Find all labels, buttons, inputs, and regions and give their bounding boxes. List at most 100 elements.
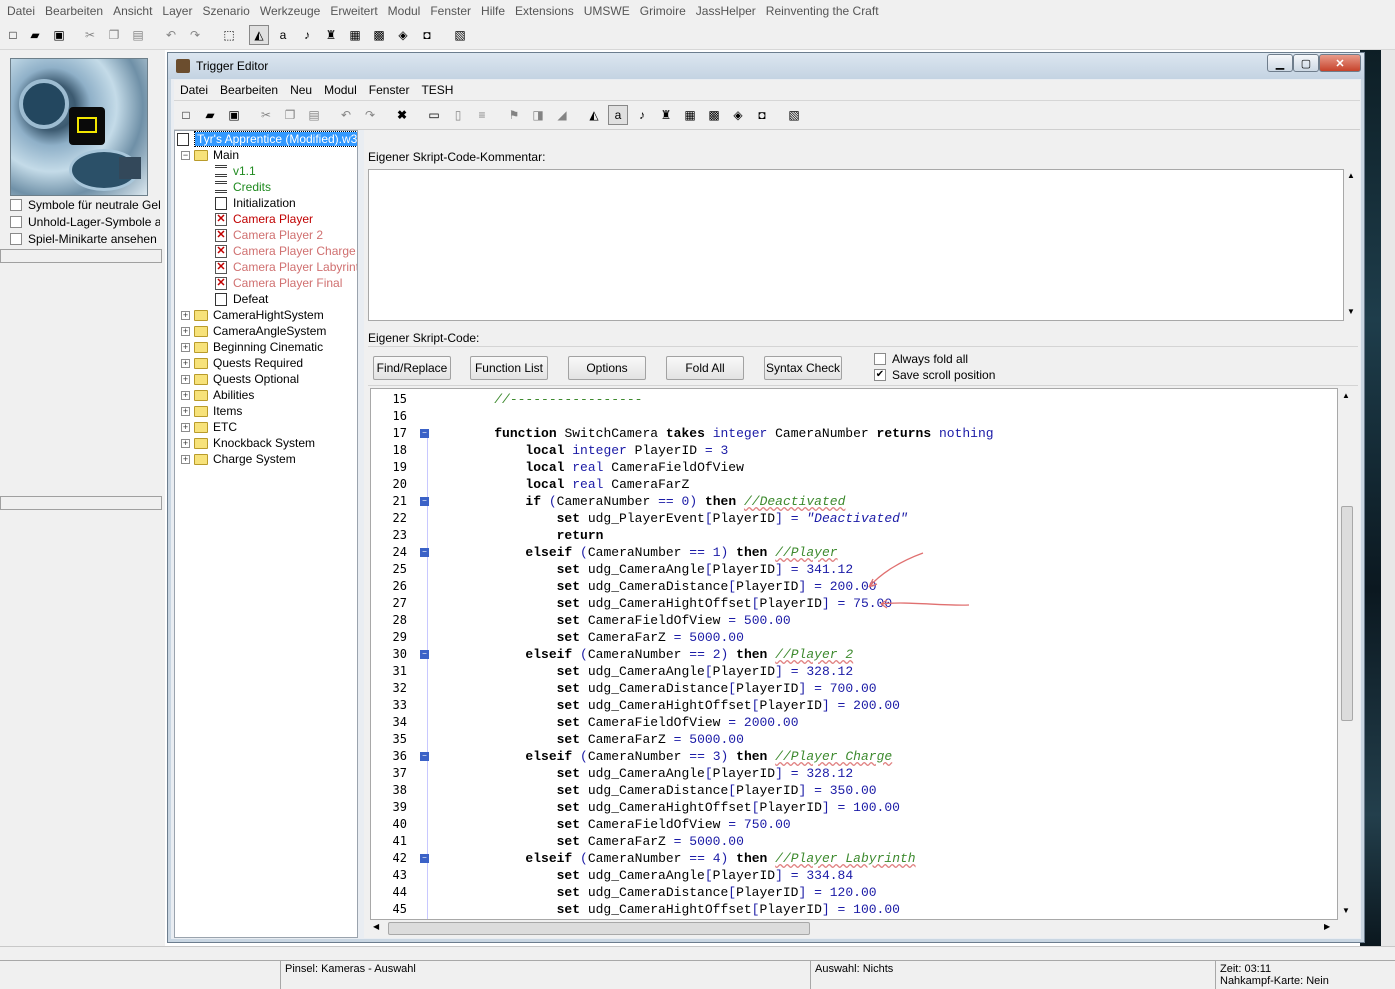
- code-line[interactable]: return: [463, 527, 604, 544]
- menu-erweitert[interactable]: Erweitert: [325, 0, 382, 22]
- sound-icon[interactable]: ♪: [632, 105, 652, 125]
- tree-folder-beginning-cinematic[interactable]: + Beginning Cinematic: [181, 339, 323, 355]
- tree-folder-label[interactable]: Quests Optional: [213, 372, 299, 386]
- checkbox-game-minimap[interactable]: Spiel-Minikarte ansehen: [10, 232, 160, 246]
- code-line[interactable]: set CameraFarZ = 5000.00: [463, 731, 744, 748]
- terrain-icon[interactable]: ◭: [584, 105, 604, 125]
- tree-item-label[interactable]: v1.1: [233, 164, 256, 178]
- tree-item-defeat[interactable]: Defeat: [215, 291, 268, 307]
- scroll-up-icon[interactable]: ▲: [1342, 391, 1350, 400]
- code-line[interactable]: elseif (CameraNumber == 2) then //Player…: [463, 646, 853, 663]
- tree-item-initialization[interactable]: Initialization: [215, 195, 296, 211]
- object-icon[interactable]: ▦: [680, 105, 700, 125]
- menu-reinventing-the-craft[interactable]: Reinventing the Craft: [761, 0, 884, 22]
- expand-icon[interactable]: +: [181, 342, 190, 352]
- tree-folder-label[interactable]: Main: [213, 148, 239, 162]
- code-line[interactable]: set CameraFarZ = 5000.00: [463, 833, 744, 850]
- code-line[interactable]: set udg_CameraAngle[PlayerID] = 334.84: [463, 867, 854, 884]
- minimize-button[interactable]: ▁: [1267, 54, 1293, 72]
- tree-folder-knockback-system[interactable]: + Knockback System: [181, 435, 315, 451]
- tree-root[interactable]: Tyr's Apprentice (Modified).w3x: [177, 131, 357, 147]
- copy-icon[interactable]: ❐: [280, 105, 300, 125]
- undo-icon[interactable]: ↶: [336, 105, 356, 125]
- fold-marker-icon[interactable]: −: [420, 497, 429, 506]
- checkbox-neutral-building-symbols[interactable]: Symbole für neutrale Gebäu: [10, 198, 160, 212]
- tree-item-label[interactable]: Camera Player Final: [233, 276, 342, 290]
- code-line[interactable]: set udg_CameraDistance[PlayerID] = 350.0…: [463, 782, 877, 799]
- tree-folder-main[interactable]: − Main: [181, 147, 239, 163]
- editor-menu-neu[interactable]: Neu: [284, 80, 318, 101]
- test-map-icon[interactable]: ◘: [417, 25, 437, 45]
- expand-icon[interactable]: +: [181, 438, 190, 448]
- expand-icon[interactable]: +: [181, 326, 190, 336]
- redo-icon[interactable]: ↷: [360, 105, 380, 125]
- save-icon[interactable]: ▣: [49, 25, 69, 45]
- unit-icon[interactable]: ♜: [321, 25, 341, 45]
- save-icon[interactable]: ▣: [224, 105, 244, 125]
- code-line[interactable]: set CameraFieldOfView = 2000.00: [463, 714, 799, 731]
- menu-werkzeuge[interactable]: Werkzeuge: [255, 0, 325, 22]
- code-vertical-scrollbar[interactable]: ▲ ▼: [1338, 388, 1356, 920]
- tree-item-label[interactable]: Camera Player Charge: [233, 244, 356, 258]
- tree-folder-label[interactable]: CameraAngleSystem: [213, 324, 326, 338]
- save-scroll-position-checkbox[interactable]: ✔ Save scroll position: [874, 368, 995, 382]
- tree-item-camera-player-2[interactable]: ✕ Camera Player 2: [215, 227, 323, 243]
- menu-ansicht[interactable]: Ansicht: [108, 0, 157, 22]
- menu-fenster[interactable]: Fenster: [425, 0, 476, 22]
- tree-item-camera-player-labyrinth[interactable]: ✕ Camera Player Labyrinth: [215, 259, 357, 275]
- select-icon[interactable]: ⬚: [219, 25, 239, 45]
- tree-folder-quests-required[interactable]: + Quests Required: [181, 355, 303, 371]
- window-titlebar[interactable]: Trigger Editor ▁ ▢ ✕: [168, 53, 1364, 79]
- tree-item-label[interactable]: Camera Player 2: [233, 228, 323, 242]
- code-line[interactable]: set udg_CameraDistance[PlayerID] = 200.0…: [463, 578, 877, 595]
- comment-textarea[interactable]: [368, 169, 1344, 321]
- tree-folder-abilities[interactable]: + Abilities: [181, 387, 254, 403]
- code-line[interactable]: set udg_CameraHightOffset[PlayerID] = 10…: [463, 901, 900, 918]
- editor-menu-bearbeiten[interactable]: Bearbeiten: [214, 80, 284, 101]
- code-line[interactable]: set udg_CameraAngle[PlayerID] = 328.12: [463, 765, 854, 782]
- campaign-icon[interactable]: ◈: [728, 105, 748, 125]
- expand-icon[interactable]: +: [181, 390, 190, 400]
- expand-icon[interactable]: +: [181, 374, 190, 384]
- scroll-thumb[interactable]: [388, 922, 810, 935]
- tree-item-label[interactable]: Camera Player Labyrinth: [233, 260, 357, 274]
- menu-szenario[interactable]: Szenario: [197, 0, 254, 22]
- terrain-icon[interactable]: ◭: [249, 25, 269, 45]
- menu-extensions[interactable]: Extensions: [510, 0, 579, 22]
- code-line[interactable]: set udg_CameraAngle[PlayerID] = 341.12: [463, 561, 854, 578]
- tree-folder-items[interactable]: + Items: [181, 403, 242, 419]
- fold-marker-icon[interactable]: −: [420, 854, 429, 863]
- minimap[interactable]: [10, 58, 148, 196]
- tree-folder-label[interactable]: Knockback System: [213, 436, 315, 450]
- comment-scrollbar[interactable]: ▲ ▼: [1344, 169, 1358, 321]
- panel-splitter[interactable]: [0, 496, 162, 510]
- checkbox-box[interactable]: ✔: [874, 369, 886, 381]
- code-line[interactable]: elseif (CameraNumber == 1) then //Player: [463, 544, 837, 561]
- code-line[interactable]: if (CameraNumber == 0) then //Deactivate…: [463, 493, 845, 510]
- tree-folder-camerahightsystem[interactable]: + CameraHightSystem: [181, 307, 324, 323]
- open-folder-icon[interactable]: ▰: [200, 105, 220, 125]
- code-editor[interactable]: 15 16 17 18 19 20 21 22 23 24 25 26 27 28 29 30 31 32 33 34…: [370, 388, 1338, 920]
- tree-item-label[interactable]: Defeat: [233, 292, 268, 306]
- expand-icon[interactable]: +: [181, 454, 190, 464]
- code-line[interactable]: elseif (CameraNumber == 3) then //Player…: [463, 748, 892, 765]
- new-condition-icon[interactable]: ◨: [528, 105, 548, 125]
- new-action-icon[interactable]: ◢: [552, 105, 572, 125]
- fold-all-button[interactable]: Fold All: [666, 356, 744, 380]
- editor-menu-datei[interactable]: Datei: [174, 80, 214, 101]
- tree-item-camera-player-charge[interactable]: ✕ Camera Player Charge: [215, 243, 356, 259]
- code-line[interactable]: elseif (CameraNumber == 4) then //Player…: [463, 850, 915, 867]
- fold-marker-icon[interactable]: −: [420, 650, 429, 659]
- tree-item-credits[interactable]: Credits: [215, 179, 271, 195]
- new-file-icon[interactable]: □: [176, 105, 196, 125]
- code-line[interactable]: set CameraFieldOfView = 750.00: [463, 816, 791, 833]
- cut-icon[interactable]: ✂: [80, 25, 100, 45]
- find-replace-button[interactable]: Find/Replace: [373, 356, 451, 380]
- new-event-icon[interactable]: ⚑: [504, 105, 524, 125]
- editor-menu-fenster[interactable]: Fenster: [363, 80, 416, 101]
- editor-menu-tesh[interactable]: TESH: [415, 80, 459, 101]
- code-line[interactable]: local real CameraFarZ: [463, 476, 689, 493]
- new-file-icon[interactable]: □: [3, 25, 23, 45]
- maximize-button[interactable]: ▢: [1293, 54, 1319, 72]
- code-line[interactable]: local integer PlayerID = 3: [463, 442, 728, 459]
